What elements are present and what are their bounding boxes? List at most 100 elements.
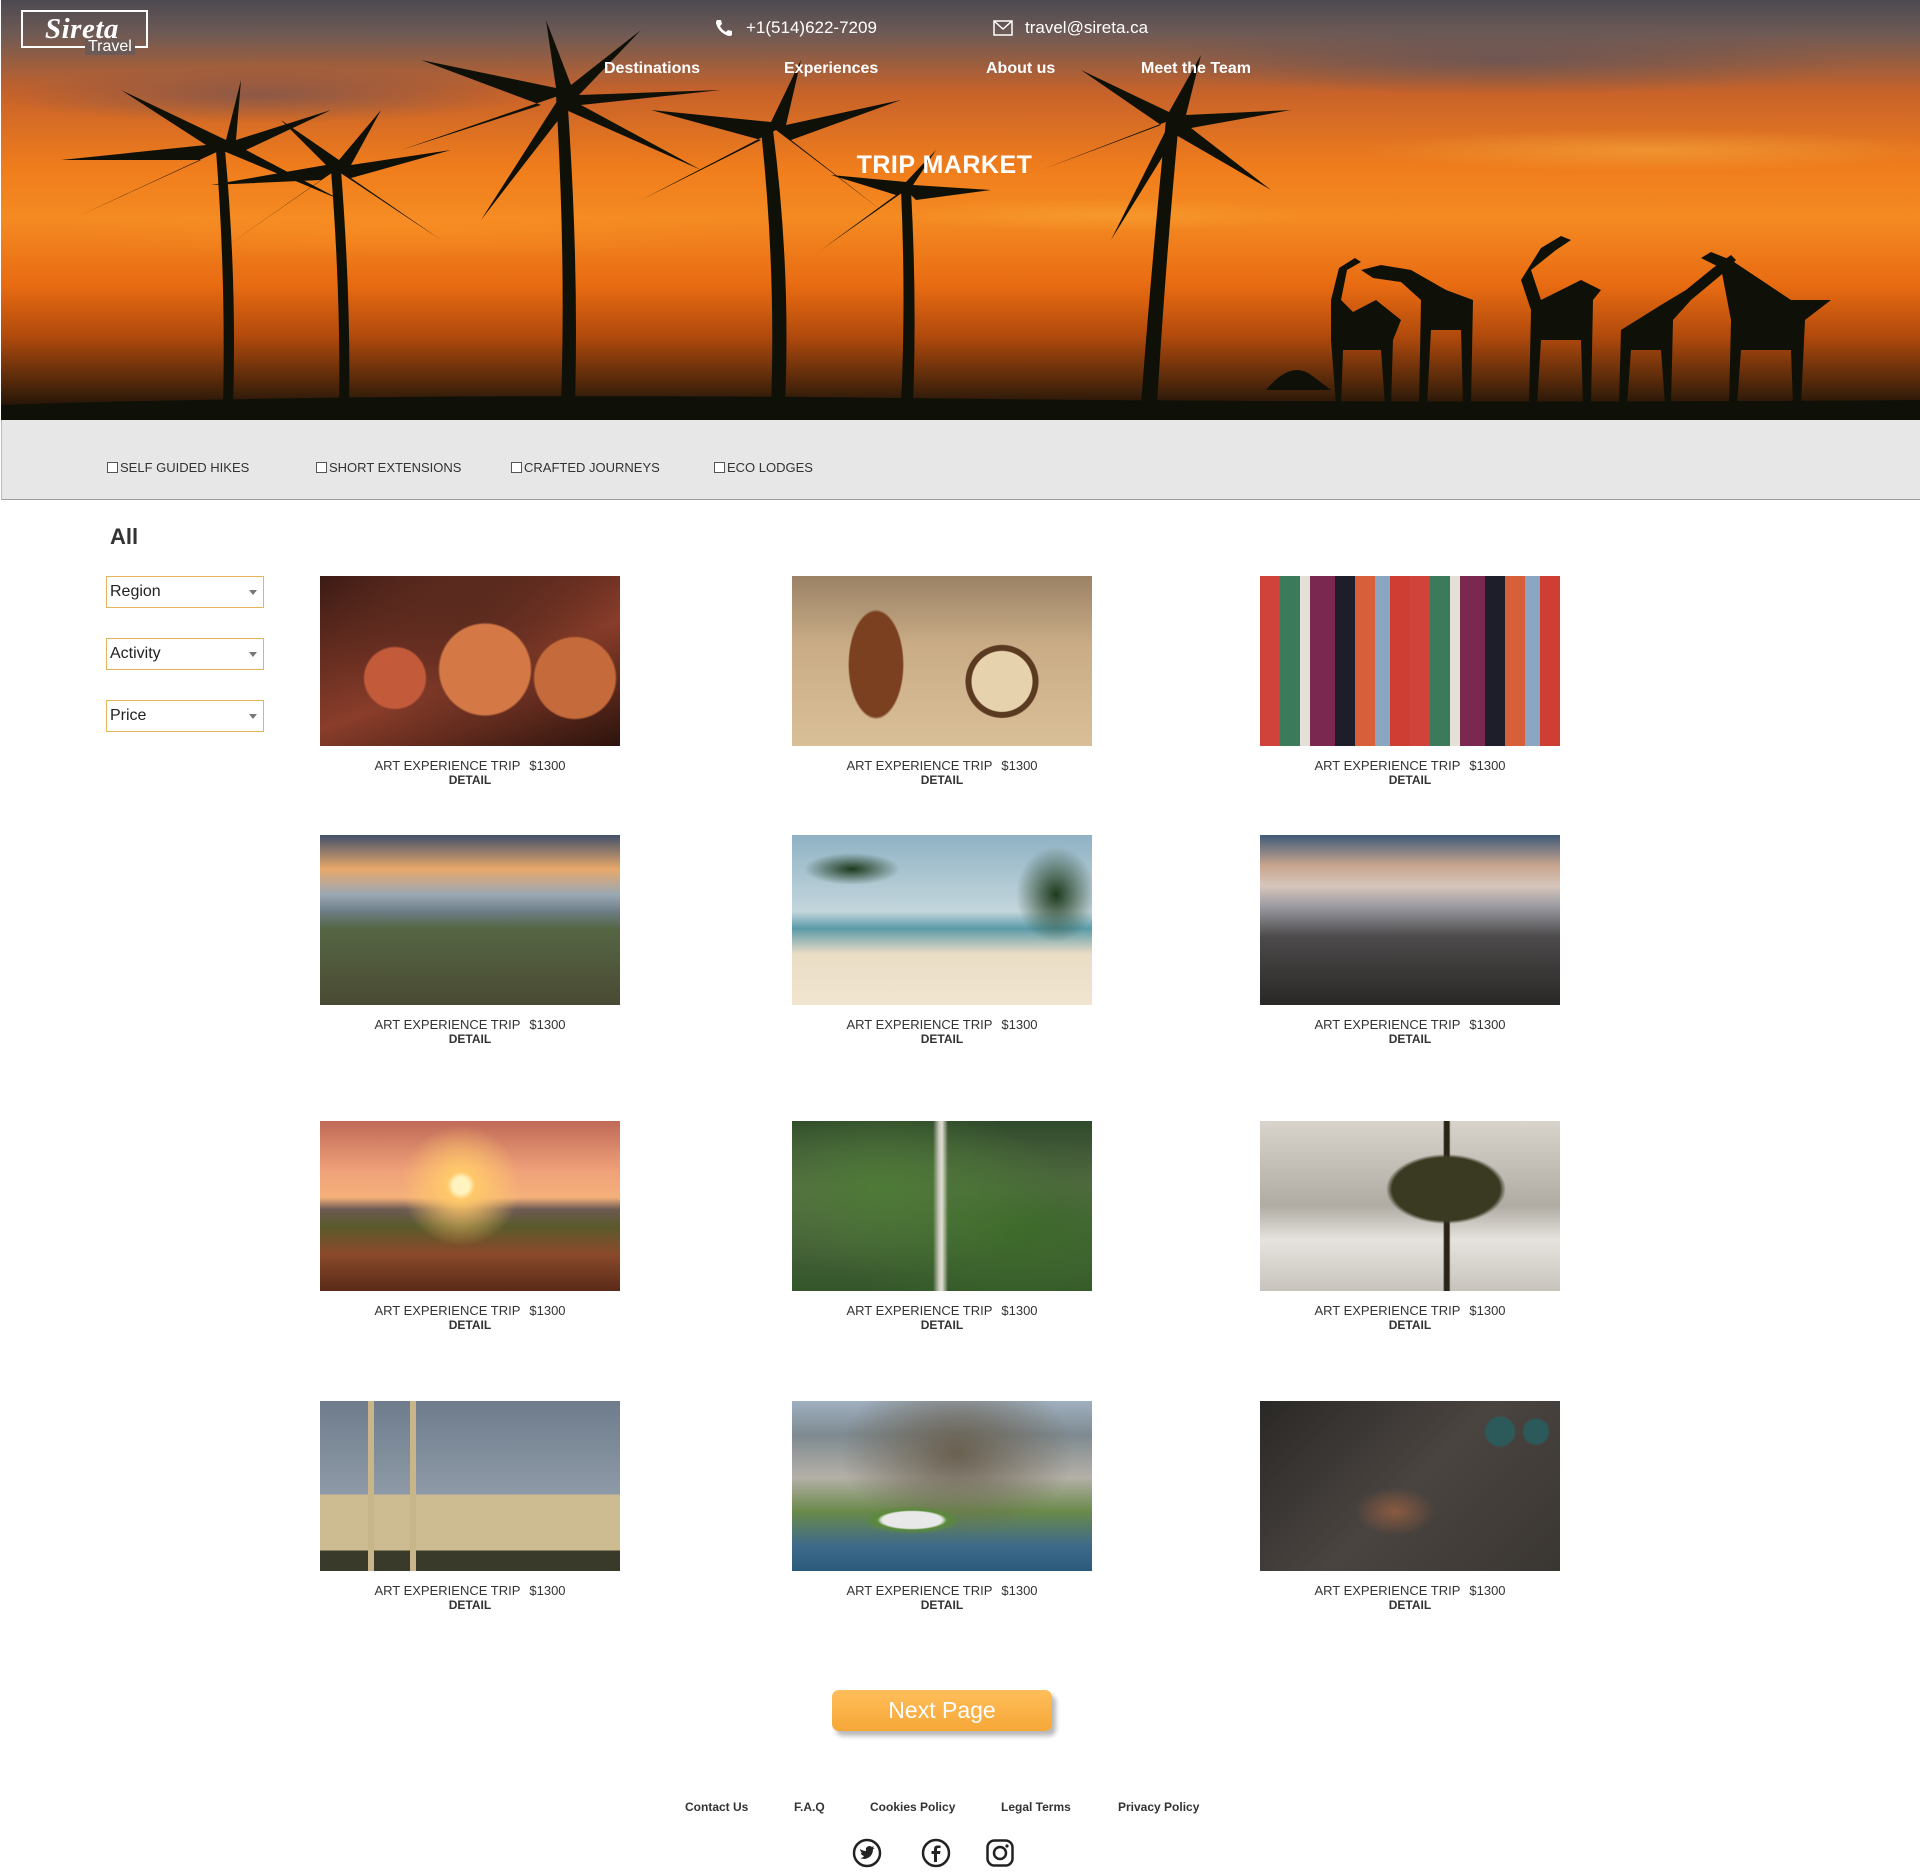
detail-link[interactable]: DETAIL [320, 1318, 620, 1333]
footer-faq[interactable]: F.A.Q [794, 1800, 825, 1814]
category-short-extensions[interactable]: SHORT EXTENSIONS [316, 460, 461, 475]
twitter-icon[interactable] [852, 1838, 882, 1868]
hero-banner: Sireta Travel +1(514)622-7209 travel@sir… [1, 0, 1920, 420]
detail-link[interactable]: DETAIL [792, 773, 1092, 788]
trip-price: $1300 [1469, 1583, 1506, 1598]
category-label: SHORT EXTENSIONS [329, 460, 462, 475]
phone-contact[interactable]: +1(514)622-7209 [714, 18, 877, 38]
detail-link[interactable]: DETAIL [1260, 1598, 1560, 1613]
checkbox[interactable] [107, 462, 118, 473]
category-label: CRAFTED JOURNEYS [524, 460, 660, 475]
trip-caption: ART EXPERIENCE TRIP $1300 DETAIL [1260, 1583, 1560, 1613]
detail-link[interactable]: DETAIL [792, 1032, 1092, 1047]
trip-name: ART EXPERIENCE TRIP [1314, 758, 1461, 773]
trip-card[interactable]: ART EXPERIENCE TRIP $1300 DETAIL [1260, 1121, 1560, 1333]
detail-link[interactable]: DETAIL [1260, 1032, 1560, 1047]
trip-name: ART EXPERIENCE TRIP [374, 1303, 521, 1318]
trip-caption: ART EXPERIENCE TRIP $1300 DETAIL [320, 1583, 620, 1613]
trip-price: $1300 [1469, 758, 1506, 773]
detail-link[interactable]: DETAIL [1260, 773, 1560, 788]
footer-privacy-policy[interactable]: Privacy Policy [1118, 1800, 1199, 1814]
mountain-clouds-image[interactable] [1260, 835, 1560, 1005]
page-title: TRIP MARKET [856, 151, 1033, 179]
trip-price: $1300 [1469, 1017, 1506, 1032]
trip-card[interactable]: ART EXPERIENCE TRIP $1300 DETAIL [1260, 576, 1560, 788]
chevron-down-icon [249, 714, 257, 719]
trip-name: ART EXPERIENCE TRIP [846, 1017, 993, 1032]
trip-price: $1300 [1001, 1017, 1038, 1032]
footer-contact-us[interactable]: Contact Us [685, 1800, 748, 1814]
checkbox[interactable] [511, 462, 522, 473]
nav-meet-the-team[interactable]: Meet the Team [1141, 60, 1251, 78]
trip-name: ART EXPERIENCE TRIP [846, 1583, 993, 1598]
trip-caption: ART EXPERIENCE TRIP $1300 DETAIL [320, 1017, 620, 1047]
select-value: Activity [110, 645, 161, 662]
footer-cookies-policy[interactable]: Cookies Policy [870, 1800, 955, 1814]
activity-select[interactable]: Activity [106, 638, 264, 670]
artisan-hands-image[interactable] [1260, 1401, 1560, 1571]
detail-link[interactable]: DETAIL [792, 1598, 1092, 1613]
palm-beach-image[interactable] [792, 835, 1092, 1005]
results-heading: All [110, 524, 139, 549]
waterfall-forest-image[interactable] [792, 1121, 1092, 1291]
category-label: SELF GUIDED HIKES [120, 460, 250, 475]
trip-card[interactable]: ART EXPERIENCE TRIP $1300 DETAIL [1260, 835, 1560, 1047]
detail-link[interactable]: DETAIL [792, 1318, 1092, 1333]
category-crafted-journeys[interactable]: CRAFTED JOURNEYS [511, 460, 660, 475]
mosque-image[interactable] [320, 1401, 620, 1571]
detail-link[interactable]: DETAIL [320, 1598, 620, 1613]
category-self-guided-hikes[interactable]: SELF GUIDED HIKES [107, 460, 249, 475]
trip-caption: ART EXPERIENCE TRIP $1300 DETAIL [792, 1303, 1092, 1333]
trip-name: ART EXPERIENCE TRIP [374, 1017, 521, 1032]
instagram-icon[interactable] [985, 1838, 1015, 1868]
region-select[interactable]: Region [106, 576, 264, 608]
checkbox[interactable] [316, 462, 327, 473]
trip-card[interactable]: ART EXPERIENCE TRIP $1300 DETAIL [792, 576, 1092, 788]
trip-caption: ART EXPERIENCE TRIP $1300 DETAIL [792, 1017, 1092, 1047]
cape-town-aerial-image[interactable] [792, 1401, 1092, 1571]
lone-tree-image[interactable] [1260, 1121, 1560, 1291]
trip-price: $1300 [1469, 1303, 1506, 1318]
trip-card[interactable]: ART EXPERIENCE TRIP $1300 DETAIL [1260, 1401, 1560, 1613]
trip-card[interactable]: ART EXPERIENCE TRIP $1300 DETAIL [792, 1121, 1092, 1333]
category-eco-lodges[interactable]: ECO LODGES [714, 460, 813, 475]
detail-link[interactable]: DETAIL [320, 773, 620, 788]
sireta-travel-logo[interactable]: Sireta Travel [21, 10, 148, 55]
detail-link[interactable]: DETAIL [320, 1032, 620, 1047]
facebook-icon[interactable] [921, 1838, 951, 1868]
savanna-sunset-image[interactable] [320, 1121, 620, 1291]
trip-card[interactable]: ART EXPERIENCE TRIP $1300 DETAIL [792, 1401, 1092, 1613]
trip-price: $1300 [1001, 1583, 1038, 1598]
trip-name: ART EXPERIENCE TRIP [846, 1303, 993, 1318]
trip-name: ART EXPERIENCE TRIP [1314, 1017, 1461, 1032]
nav-experiences[interactable]: Experiences [784, 60, 986, 78]
trip-card[interactable]: ART EXPERIENCE TRIP $1300 DETAIL [320, 576, 620, 788]
woven-baskets-image[interactable] [320, 576, 620, 746]
trip-price: $1300 [1001, 758, 1038, 773]
email-address: travel@sireta.ca [1025, 18, 1149, 37]
trip-name: ART EXPERIENCE TRIP [1314, 1303, 1461, 1318]
chevron-down-icon [249, 590, 257, 595]
detail-link[interactable]: DETAIL [1260, 1318, 1560, 1333]
footer-legal-terms[interactable]: Legal Terms [1001, 1800, 1071, 1814]
trip-card[interactable]: ART EXPERIENCE TRIP $1300 DETAIL [320, 1121, 620, 1333]
trip-card[interactable]: ART EXPERIENCE TRIP $1300 DETAIL [320, 835, 620, 1047]
drums-on-sand-image[interactable] [792, 576, 1092, 746]
penguin-beach-image[interactable] [320, 835, 620, 1005]
trip-caption: ART EXPERIENCE TRIP $1300 DETAIL [320, 1303, 620, 1333]
category-filter-bar: SELF GUIDED HIKES SHORT EXTENSIONS CRAFT… [1, 420, 1920, 500]
category-label: ECO LODGES [727, 460, 813, 475]
trip-price: $1300 [1001, 1303, 1038, 1318]
price-select[interactable]: Price [106, 700, 264, 732]
next-page-button[interactable]: Next Page [832, 1690, 1052, 1731]
trip-card[interactable]: ART EXPERIENCE TRIP $1300 DETAIL [792, 835, 1092, 1047]
trip-caption: ART EXPERIENCE TRIP $1300 DETAIL [792, 758, 1092, 788]
checkbox[interactable] [714, 462, 725, 473]
trip-price: $1300 [529, 1017, 566, 1032]
trip-card[interactable]: ART EXPERIENCE TRIP $1300 DETAIL [320, 1401, 620, 1613]
beaded-textile-image[interactable] [1260, 576, 1560, 746]
select-value: Price [110, 707, 147, 724]
nav-about-us[interactable]: About us [986, 60, 1141, 78]
nav-destinations[interactable]: Destinations [604, 60, 784, 78]
email-contact[interactable]: travel@sireta.ca [993, 18, 1148, 38]
